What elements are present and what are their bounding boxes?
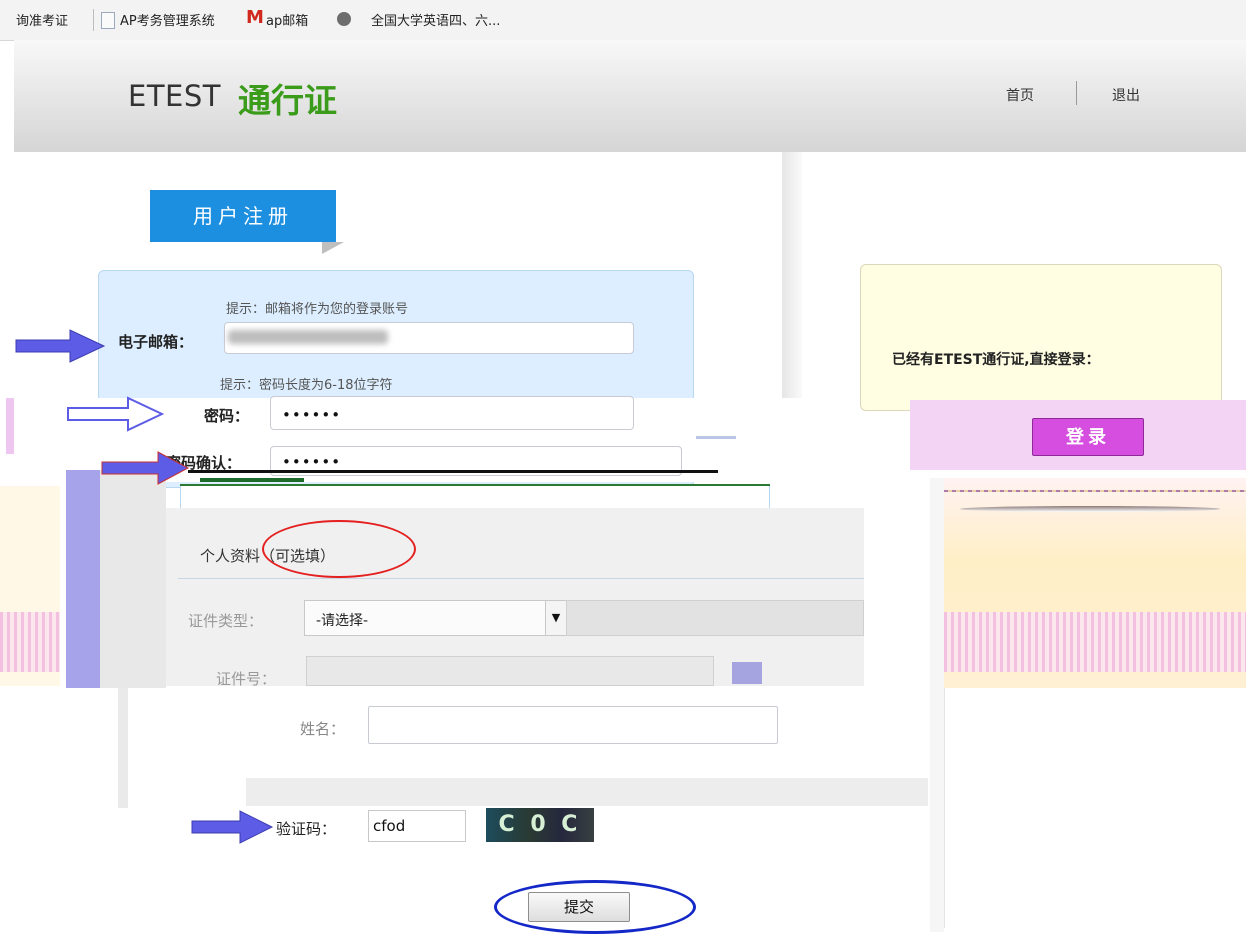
password-confirm-value: •••••• [282,453,342,471]
id-type-label: 证件类型： [188,612,264,630]
bookmark-item[interactable]: AP考务管理系统 [120,10,215,29]
glitch-block [66,470,100,688]
captcha-field[interactable]: cfod [368,810,466,842]
glitch-bar [930,478,944,932]
glitch-bar [118,688,128,808]
glitch-block [100,470,166,688]
dropdown-arrow-icon[interactable]: ▼ [545,601,566,635]
glitch-line [944,490,1246,492]
bookmark-item[interactable]: 询准考证 [16,10,68,29]
login-panel [860,264,1222,411]
bookmark-separator [93,9,94,31]
glitch-block [566,600,864,636]
name-label: 姓名： [300,720,346,738]
arrow-right-icon [191,810,274,844]
glitch-band [944,612,1246,672]
email-label: 电子邮箱： [118,333,194,351]
glitch-line [696,436,736,439]
name-field[interactable] [368,706,778,744]
id-number-label: 证件号： [216,670,277,688]
login-panel-shadow [960,506,1220,512]
register-tab: 用户注册 [150,190,336,242]
glitch-block [246,778,928,806]
globe-icon [337,12,351,26]
logo-text-green: 通行证 [238,81,337,120]
bookmark-item[interactable]: 全国大学英语四、六... [371,10,500,29]
nav-separator [1076,81,1077,105]
section-divider [178,578,864,579]
glitch-line [200,478,304,482]
glitch-band [0,612,60,672]
arrow-right-icon [67,396,164,432]
document-icon [101,12,115,29]
id-number-field[interactable] [306,656,714,686]
arrow-right-icon [15,329,106,363]
gmail-m-icon: M [246,7,264,28]
glitch-line [188,470,718,473]
password-label: 密码： [204,407,250,425]
email-value-blurred [228,330,388,344]
arrow-right-icon [101,451,190,485]
highlight-circle-blue [494,880,696,934]
bookmark-item[interactable]: ap邮箱 [266,10,308,29]
login-prompt: 已经有ETEST通行证,直接登录： [892,352,1100,368]
captcha-label: 验证码： [276,820,337,838]
nav-home-link[interactable]: 首页 [1006,85,1034,105]
logo-text: ETEST [128,79,221,113]
nav-logout-link[interactable]: 退出 [1112,85,1140,105]
password-hint: 提示：密码长度为6-18位字符 [220,378,393,393]
email-hint: 提示：邮箱将作为您的登录账号 [226,302,409,317]
captcha-image[interactable]: C 0 C [486,808,594,842]
login-button[interactable]: 登录 [1032,418,1144,456]
tab-fold [322,242,344,254]
password-value: •••••• [282,406,342,424]
glitch-square [732,662,762,684]
highlight-circle-red [262,520,416,578]
id-type-selected: -请选择- [316,613,369,629]
glitch-mark [6,398,14,454]
right-lower-blank [944,688,1246,928]
